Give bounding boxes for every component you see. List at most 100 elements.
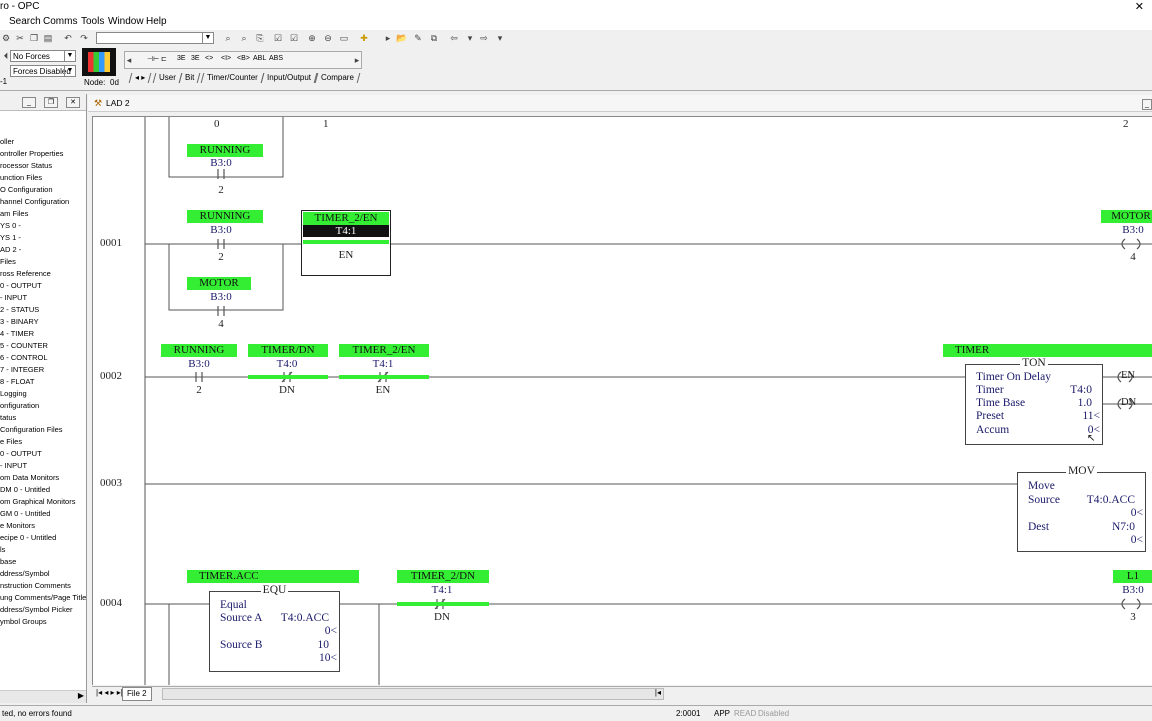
equ-instruction[interactable]: EQU Equal Source A T4:0.ACC 0< Source B … bbox=[209, 584, 340, 672]
find-icon[interactable]: ⌕ bbox=[222, 32, 234, 44]
instr-ote[interactable]: ⊏ bbox=[161, 55, 167, 63]
tab-file-2[interactable]: File 2 bbox=[122, 687, 152, 701]
horizontal-scrollbar[interactable]: |◂ bbox=[162, 688, 664, 700]
scroll-left-icon[interactable]: |◂ bbox=[655, 688, 661, 697]
tree-item[interactable]: om Graphical Monitors bbox=[0, 496, 86, 508]
tree-item[interactable]: GM 0 - Untitled bbox=[0, 508, 86, 520]
rung-number-0003[interactable]: 0003 bbox=[100, 477, 122, 489]
tree-item[interactable]: ddress/Symbol Picker bbox=[0, 604, 86, 616]
equ-srca-value[interactable]: T4:0.ACC bbox=[281, 612, 329, 624]
mov-source-value[interactable]: T4:0.ACC bbox=[1087, 494, 1135, 506]
tree-item[interactable]: 7 - INTEGER bbox=[0, 364, 86, 376]
tag-timer-2-dn[interactable]: TIMER_2/DN bbox=[397, 570, 489, 583]
zoom-in-icon[interactable]: ⊕ bbox=[306, 32, 318, 44]
tree-item[interactable]: hannel Configuration bbox=[0, 196, 86, 208]
tree-item[interactable]: Logging bbox=[0, 388, 86, 400]
tree-item[interactable]: rocessor Status bbox=[0, 160, 86, 172]
tree-item[interactable]: base bbox=[0, 556, 86, 568]
tree-item[interactable]: oller bbox=[0, 136, 86, 148]
chevron-down-icon[interactable]: ▾ bbox=[494, 32, 506, 44]
open-icon[interactable]: 📂 bbox=[396, 32, 408, 44]
undo-icon[interactable]: ↶ bbox=[62, 32, 74, 44]
rung-number-0001[interactable]: 0001 bbox=[100, 237, 122, 249]
verify-icon[interactable]: ☑ bbox=[272, 32, 284, 44]
tree-item[interactable]: ddress/Symbol bbox=[0, 568, 86, 580]
tab-bit[interactable]: Bit bbox=[178, 73, 201, 83]
tree-item[interactable]: ymbol Groups bbox=[0, 616, 86, 628]
tag-timer[interactable]: TIMER bbox=[943, 344, 1152, 357]
search-combo[interactable]: ▼ bbox=[96, 32, 214, 44]
tree-item[interactable]: am Files bbox=[0, 208, 86, 220]
instr-i[interactable]: <I> bbox=[221, 55, 231, 62]
tree-item[interactable]: ontroller Properties bbox=[0, 148, 86, 160]
add-icon[interactable]: ✚ bbox=[358, 32, 370, 44]
instr-abs[interactable]: ABS bbox=[269, 55, 283, 62]
tree-item[interactable]: Files bbox=[0, 256, 86, 268]
instr-b[interactable]: <B> bbox=[237, 55, 250, 62]
tree-item[interactable]: YS 0 - bbox=[0, 220, 86, 232]
tree-scrollbar[interactable]: ▶ bbox=[0, 690, 86, 703]
contact-address[interactable]: T4:1 bbox=[418, 584, 466, 596]
tree-item[interactable]: tatus bbox=[0, 412, 86, 424]
tree-item[interactable]: ecipe 0 - Untitled bbox=[0, 532, 86, 544]
contact-address[interactable]: B3:0 bbox=[175, 358, 223, 370]
tree-item[interactable]: 6 - CONTROL bbox=[0, 352, 86, 364]
find-next-icon[interactable]: ⌕ bbox=[238, 32, 250, 44]
tree-item[interactable]: 4 - TIMER bbox=[0, 328, 86, 340]
chevron-down-icon[interactable]: ▼ bbox=[64, 66, 75, 76]
tree-item[interactable]: 0 - OUTPUT bbox=[0, 280, 86, 292]
tree-item[interactable]: ung Comments/Page Title bbox=[0, 592, 86, 604]
coil-address[interactable]: B3:0 bbox=[1109, 584, 1152, 596]
tree-item[interactable]: nstruction Comments bbox=[0, 580, 86, 592]
contact-address[interactable]: T4:1 bbox=[359, 358, 407, 370]
tag-timer-dn[interactable]: TIMER/DN bbox=[248, 344, 328, 357]
tree-item[interactable]: ross Reference bbox=[0, 268, 86, 280]
tab-input-output[interactable]: Input/Output bbox=[260, 73, 318, 83]
chevron-right-icon[interactable]: ▸ bbox=[353, 54, 361, 66]
tree-item[interactable]: 5 - COUNTER bbox=[0, 340, 86, 352]
tree-item[interactable]: e Monitors bbox=[0, 520, 86, 532]
tree-item[interactable]: O Configuration bbox=[0, 184, 86, 196]
rung-number-0004[interactable]: 0004 bbox=[100, 597, 122, 609]
rung-number-0002[interactable]: 0002 bbox=[100, 370, 122, 382]
window-icon[interactable]: ▭ bbox=[338, 32, 350, 44]
instr-branch[interactable]: 3E bbox=[177, 55, 186, 62]
tree-item[interactable]: onfiguration bbox=[0, 400, 86, 412]
scroll-right-icon[interactable]: ▶ bbox=[78, 691, 84, 700]
tree-item[interactable]: ls bbox=[0, 544, 86, 556]
tree-item[interactable]: Configuration Files bbox=[0, 424, 86, 436]
tag-timer-acc[interactable]: TIMER.ACC bbox=[187, 570, 359, 583]
tree-item[interactable]: - INPUT bbox=[0, 292, 86, 304]
tree-item[interactable]: - INPUT bbox=[0, 460, 86, 472]
contact-address[interactable]: B3:0 bbox=[197, 291, 245, 303]
tag-motor-output[interactable]: MOTOR bbox=[1101, 210, 1152, 223]
processor-icon[interactable] bbox=[82, 48, 116, 76]
chevron-left-icon[interactable]: ◂ bbox=[125, 54, 133, 66]
cut-icon[interactable]: ✂ bbox=[14, 32, 26, 44]
zoom-out-icon[interactable]: ⊖ bbox=[322, 32, 334, 44]
run-icon[interactable]: ▸ bbox=[382, 32, 394, 44]
compare-icon[interactable]: ⧉ bbox=[428, 32, 440, 44]
paste-icon[interactable]: ▤ bbox=[42, 32, 54, 44]
tag-running[interactable]: RUNNING bbox=[161, 344, 237, 357]
tag-running[interactable]: RUNNING bbox=[187, 210, 263, 223]
back-icon[interactable]: ⇦ bbox=[448, 32, 460, 44]
tree-item[interactable]: om Data Monitors bbox=[0, 472, 86, 484]
contact-address[interactable]: T4:0 bbox=[263, 358, 311, 370]
copy-icon[interactable]: ❐ bbox=[28, 32, 40, 44]
tag-timer-2-en[interactable]: TIMER_2/EN bbox=[339, 344, 429, 357]
tag-l1[interactable]: L1 bbox=[1113, 570, 1152, 583]
instr-compare[interactable]: <> bbox=[205, 55, 213, 62]
contact-address[interactable]: B3:0 bbox=[197, 157, 245, 169]
instr-xic[interactable]: ⊣⊢ bbox=[147, 55, 159, 63]
chevron-down-icon[interactable]: ▼ bbox=[202, 33, 213, 43]
tab-nav[interactable]: ◂ ▸ bbox=[128, 73, 152, 83]
equ-srcb-value[interactable]: 10 bbox=[318, 639, 330, 651]
tree-item[interactable]: DM 0 - Untitled bbox=[0, 484, 86, 496]
menu-comms[interactable]: Comms bbox=[43, 16, 77, 27]
tree-item[interactable]: e Files bbox=[0, 436, 86, 448]
instr-abl[interactable]: ABL bbox=[253, 55, 266, 62]
tab-timer-counter[interactable]: Timer/Counter bbox=[200, 73, 265, 83]
tab-user[interactable]: User bbox=[152, 73, 183, 83]
tab-compare[interactable]: Compare bbox=[314, 73, 361, 83]
